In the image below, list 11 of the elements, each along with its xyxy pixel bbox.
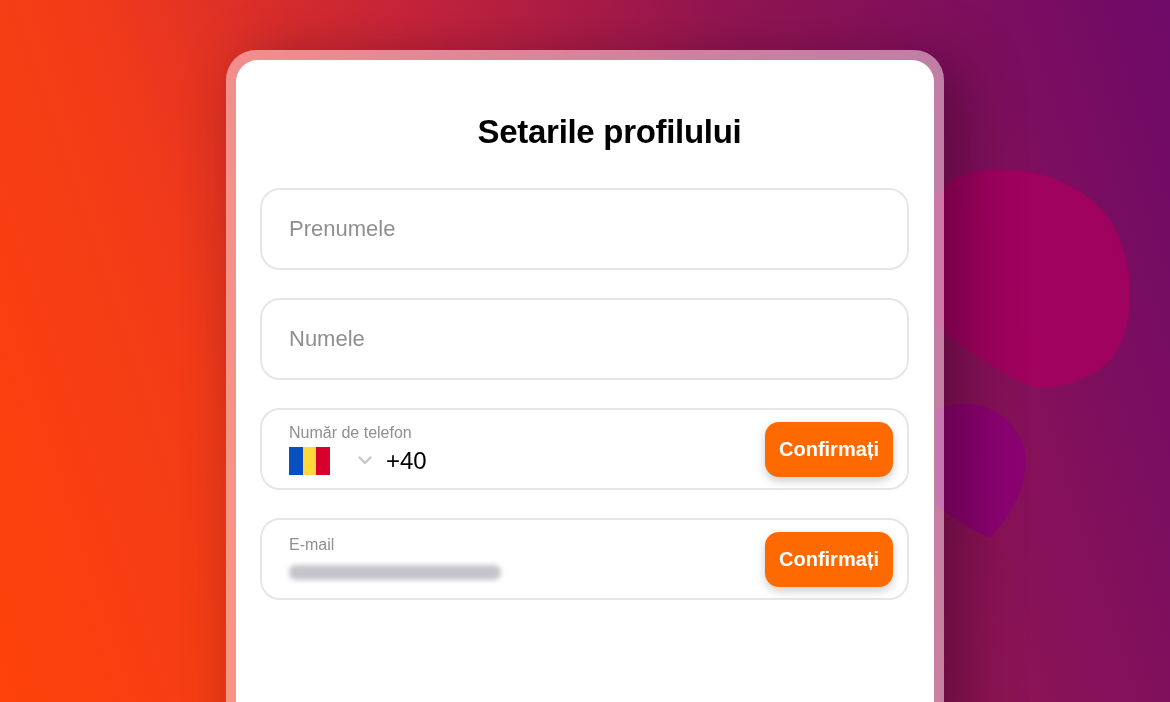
country-code-text: +40 — [386, 446, 427, 475]
confirm-button[interactable]: Confirmați — [765, 421, 893, 477]
field-label: Număr de telefon — [289, 423, 413, 442]
flag-icon[interactable] — [289, 446, 330, 475]
text-input-field[interactable]: Numele — [260, 298, 909, 380]
email-field[interactable]: E-mail Confirmați — [260, 518, 909, 600]
text-input-field[interactable]: Prenumele — [260, 188, 909, 270]
page-title: Setarile profilului — [477, 112, 742, 152]
field-label: E-mail — [289, 536, 336, 554]
phone-field[interactable]: Număr de telefon +40 Confirmați — [260, 408, 909, 490]
confirm-button[interactable]: Confirmați — [765, 531, 893, 587]
